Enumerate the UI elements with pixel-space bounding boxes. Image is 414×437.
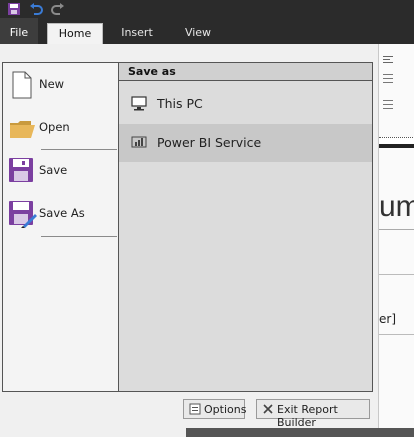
divider xyxy=(379,229,414,230)
tab-insert[interactable]: Insert xyxy=(112,18,162,44)
save-floppy-icon xyxy=(9,157,35,185)
close-icon xyxy=(262,403,274,415)
report-field-fragment: er] xyxy=(379,312,396,326)
nav-new[interactable]: New xyxy=(3,65,118,105)
save-icon[interactable] xyxy=(6,1,22,17)
new-document-icon xyxy=(9,71,35,99)
save-as-floppy-icon xyxy=(9,200,37,228)
nav-save-as-label: Save As xyxy=(39,206,85,220)
nav-open[interactable]: Open xyxy=(3,108,118,148)
nav-separator xyxy=(41,236,117,237)
save-as-title: Save as xyxy=(128,65,176,78)
save-location-this-pc[interactable]: This PC xyxy=(119,85,372,123)
nav-save-label: Save xyxy=(39,163,68,177)
report-title-fragment: um xyxy=(379,190,414,223)
save-location-power-bi-service[interactable]: Power BI Service xyxy=(119,124,372,162)
nav-save-as[interactable]: Save As xyxy=(3,194,118,234)
file-backstage-panel: New Open Save Save As Save as This PC Po… xyxy=(2,62,373,392)
status-bar xyxy=(186,428,414,437)
list-icon xyxy=(383,74,393,114)
save-as-header: Save as xyxy=(119,63,372,81)
ribbon-body xyxy=(0,44,378,62)
computer-icon xyxy=(131,96,149,112)
power-bi-icon xyxy=(131,135,149,151)
exit-label: Exit Report Builder xyxy=(277,403,338,429)
tab-file[interactable]: File xyxy=(0,18,38,44)
nav-open-label: Open xyxy=(39,120,70,134)
align-icon xyxy=(383,54,393,63)
save-as-pane: Save as This PC Power BI Service xyxy=(119,63,372,391)
options-button[interactable]: Options xyxy=(183,399,247,419)
this-pc-label: This PC xyxy=(157,96,203,111)
ribbon-tab-row: File Home Insert View xyxy=(0,18,414,44)
options-icon xyxy=(189,403,201,415)
divider xyxy=(379,274,414,275)
status-area xyxy=(0,428,186,437)
title-bar xyxy=(0,0,414,18)
folder-open-icon xyxy=(9,114,35,142)
tab-home[interactable]: Home xyxy=(47,23,103,44)
divider xyxy=(379,334,414,335)
undo-icon[interactable] xyxy=(28,1,44,17)
exit-report-builder-button[interactable]: Exit Report Builder xyxy=(256,399,370,429)
backstage-nav: New Open Save Save As xyxy=(3,63,119,391)
report-canvas-background: um er] xyxy=(378,44,414,437)
nav-new-label: New xyxy=(39,77,65,91)
nav-save[interactable]: Save xyxy=(3,151,118,191)
tab-view[interactable]: View xyxy=(178,18,218,44)
redo-icon[interactable] xyxy=(50,1,66,17)
power-bi-service-label: Power BI Service xyxy=(157,135,262,150)
nav-separator xyxy=(41,149,117,150)
options-label: Options xyxy=(204,403,247,416)
ruler-bar xyxy=(379,144,414,148)
